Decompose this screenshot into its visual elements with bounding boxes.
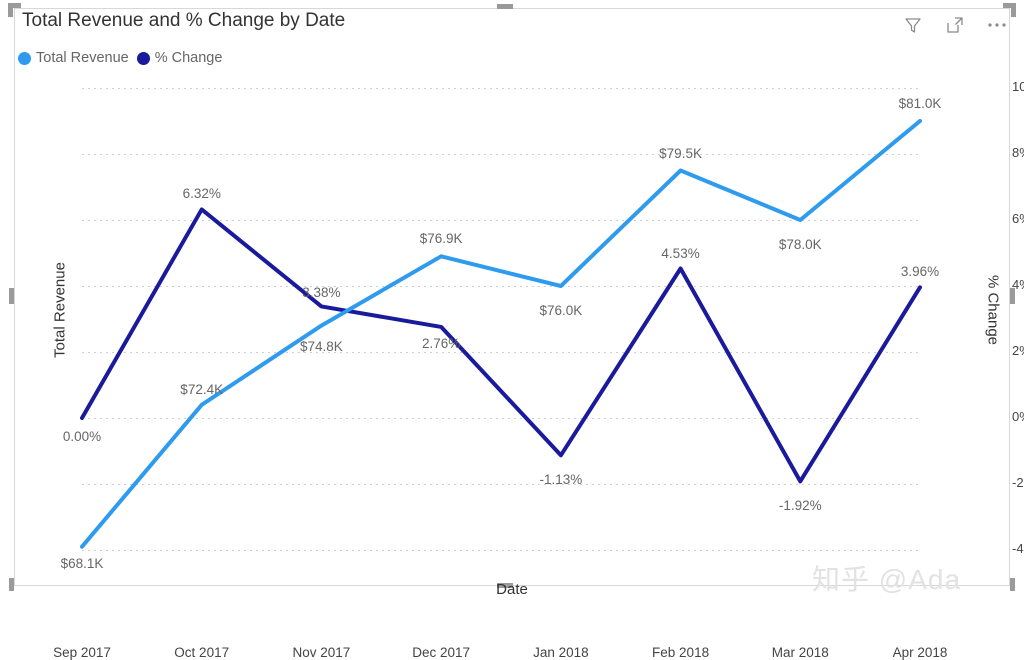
resize-handle-top-right-vertical[interactable] [1011,3,1016,17]
data-label-total-revenue: $72.4K [180,381,224,397]
legend-marker-total-revenue [18,51,31,65]
line-total-revenue[interactable] [80,119,922,549]
resize-handle-top-left-vertical[interactable] [8,3,13,17]
data-label-percent-change: -1.13% [539,472,583,488]
y-axis-right-tick-label: 10% [1012,79,1024,94]
legend-item-percent-change[interactable]: % Change [136,50,223,66]
plot-area: $82K$80K$78K$76K$74K$72K$70K$68K 10%8%6%… [53,79,1024,660]
y-axis-right-tick-label: -2% [1012,475,1024,490]
data-label-percent-change: 3.38% [302,285,341,301]
data-label-percent-change: 2.76% [422,335,461,351]
more-options-icon[interactable] [986,14,1008,36]
series-lines [80,119,922,549]
x-axis-tick-label: Feb 2018 [652,645,710,660]
data-label-total-revenue: $81.0K [898,96,942,111]
data-label-total-revenue: $76.0K [539,303,583,318]
x-axis-tick-label: Mar 2018 [771,645,829,660]
chart-title: Total Revenue and % Change by Date [22,10,346,31]
data-label-percent-change: 6.32% [182,186,221,202]
data-label-total-revenue: $74.8K [300,338,343,354]
x-axis-tick-label: Sep 2017 [53,645,111,660]
chart-visual-container: Total Revenue and % Change by Date Total… [0,0,1024,660]
data-label-percent-change: -1.92% [778,498,822,514]
y-axis-title-left: Total Revenue [51,262,69,358]
x-axis-tick-label: Nov 2017 [292,645,351,660]
legend-label-percent-change: % Change [154,50,223,66]
data-label-percent-change: 4.53% [661,245,700,261]
data-label-total-revenue: $68.1K [60,555,104,571]
y-axis-right-tick-label: 2% [1012,343,1024,358]
resize-handle-top-middle[interactable] [497,4,513,9]
data-label-total-revenue: $79.5K [659,145,702,161]
y-axis-right-tick-label: 6% [1012,211,1024,226]
x-axis-title: Date [496,581,528,598]
x-axis-tick-label: Dec 2017 [412,645,471,660]
filter-icon[interactable] [902,14,924,36]
x-axis-tick-label: Apr 2018 [892,645,948,660]
y-axis-right-tick-label: 8% [1012,145,1024,160]
x-axis-tick-label: Jan 2018 [533,645,589,660]
data-label-total-revenue: $76.9K [419,231,463,247]
y-axis-right-tick-label: -4% [1012,541,1024,556]
x-axis-tick-label: Oct 2017 [174,645,230,660]
visual-header-icons [902,14,1008,36]
chart-legend: Total Revenue % Change [18,50,222,66]
y-axis-right-tick-label: 4% [1012,277,1024,292]
data-label-total-revenue: $78.0K [778,237,822,252]
legend-label-total-revenue: Total Revenue [36,50,129,66]
legend-marker-percent-change [136,51,150,65]
resize-handle-middle-left[interactable] [9,288,14,304]
gridline [82,550,920,551]
y-axis-title-right: % Change [984,274,1002,346]
focus-mode-icon[interactable] [944,14,966,36]
data-label-percent-change: 0.00% [62,429,102,444]
legend-item-total-revenue[interactable]: Total Revenue [18,50,129,66]
selection-border-left [14,8,15,586]
data-label-percent-change: 3.96% [900,264,940,280]
y-axis-right-tick-label: 0% [1012,409,1024,424]
